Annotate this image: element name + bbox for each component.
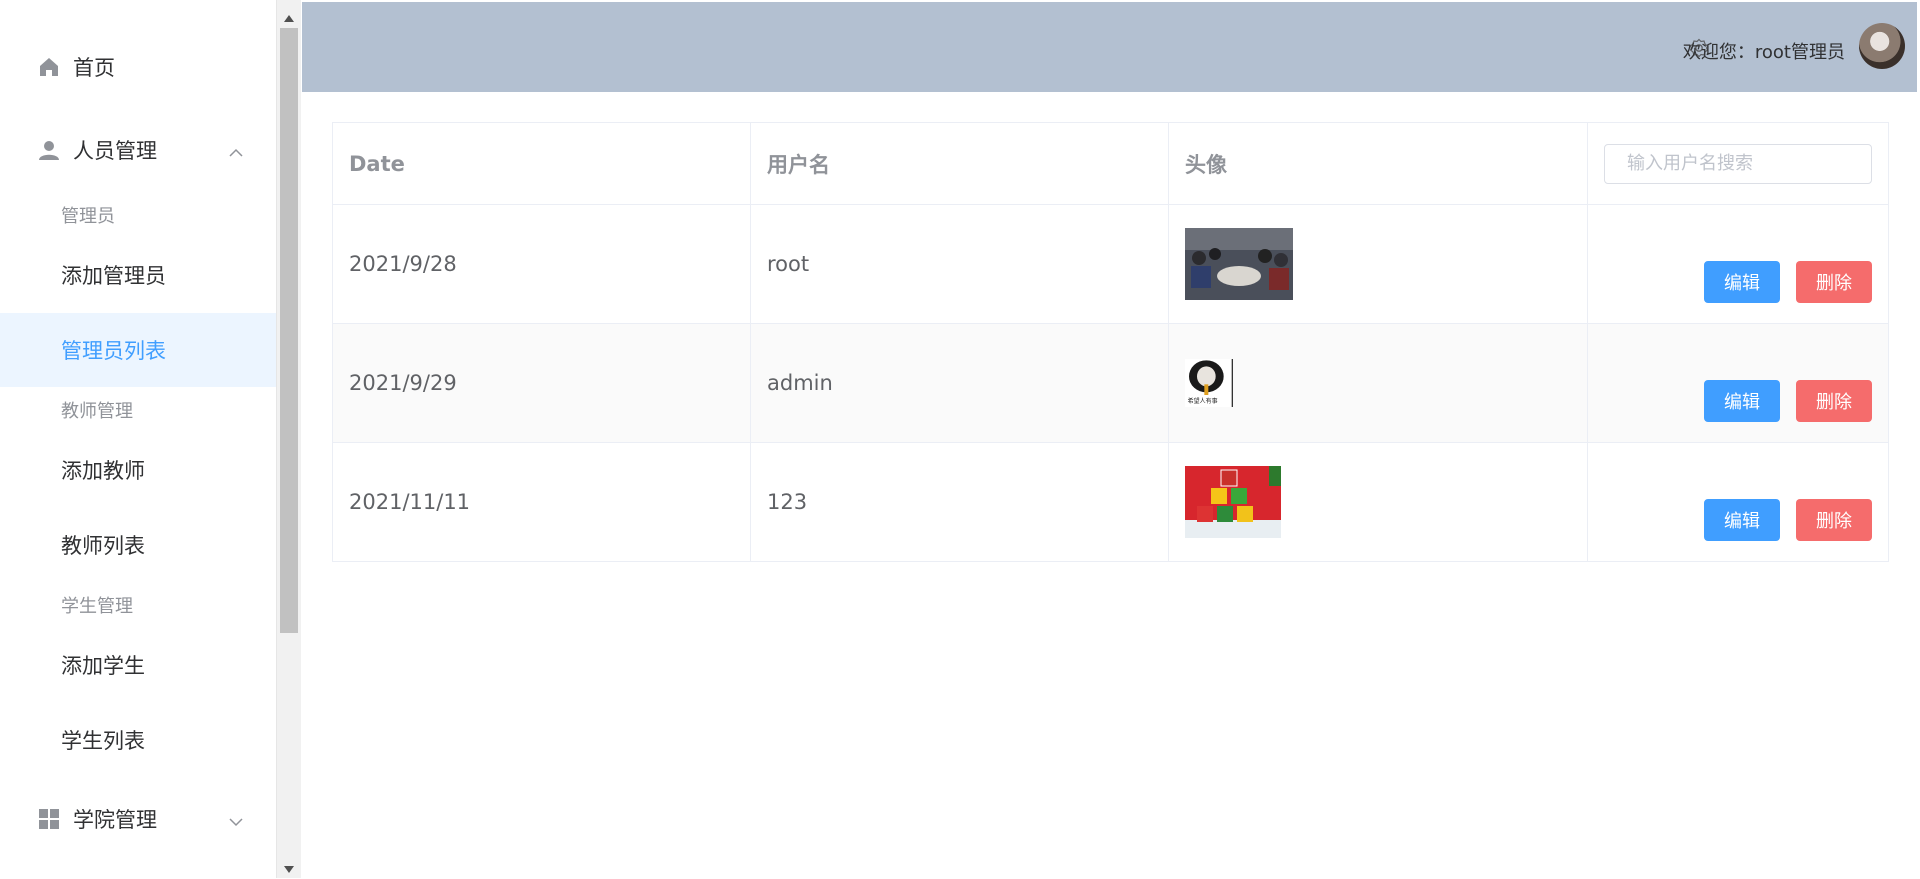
admin-table: Date 用户名 头像 2021/9/28 root 编辑 删除 2021/9/… (332, 122, 1889, 562)
search-input[interactable] (1604, 143, 1872, 184)
scroll-thumb[interactable] (280, 28, 298, 633)
table-row: 2021/9/28 root 编辑 删除 (333, 205, 1888, 324)
search-cell (1588, 123, 1888, 204)
cell-avatar: 希望人有事 (1169, 324, 1588, 442)
table-row: 2021/9/29 admin 希望人有事 编辑 删除 (333, 324, 1888, 443)
table-row: 2021/11/11 123 编辑 删除 (333, 443, 1888, 561)
cell-avatar (1169, 443, 1588, 561)
avatar-thumbnail-meme: 希望人有事 (1185, 359, 1233, 407)
chevron-down-icon (228, 811, 244, 827)
cell-date: 2021/11/11 (333, 443, 751, 561)
cell-actions: 编辑 删除 (1588, 324, 1888, 442)
sidebar-scrollbar[interactable] (276, 0, 301, 878)
group-title-teacher: 教师管理 (61, 401, 133, 422)
cell-username: 123 (751, 443, 1169, 561)
edit-button[interactable]: 编辑 (1704, 261, 1780, 303)
cell-avatar (1169, 205, 1588, 323)
cell-date: 2021/9/28 (333, 205, 751, 323)
group-title-student: 学生管理 (61, 596, 133, 617)
sidebar-item-add-student[interactable]: 添加学生 (0, 628, 276, 702)
column-header-username: 用户名 (751, 123, 1169, 204)
grid-icon (37, 807, 61, 831)
delete-button[interactable]: 删除 (1796, 499, 1872, 541)
sidebar-item-student-list[interactable]: 学生列表 (0, 703, 276, 777)
menu-label-college: 学院管理 (73, 808, 157, 832)
welcome-text: 欢迎您：root管理员 (1682, 42, 1845, 63)
user-icon (37, 138, 61, 162)
scroll-down-icon[interactable] (283, 860, 295, 873)
menu-item-people[interactable]: 人员管理 (0, 117, 276, 183)
chevron-up-icon (228, 142, 244, 158)
column-header-avatar: 头像 (1169, 123, 1588, 204)
menu-label-people: 人员管理 (73, 139, 157, 163)
avatar-thumbnail-group-photo (1185, 228, 1293, 300)
sidebar-item-teacher-list[interactable]: 教师列表 (0, 508, 276, 582)
menu-item-home[interactable]: 首页 (0, 34, 276, 100)
header: 欢迎您：root管理员 (302, 2, 1917, 92)
delete-button[interactable]: 删除 (1796, 261, 1872, 303)
edit-button[interactable]: 编辑 (1704, 499, 1780, 541)
cell-username: admin (751, 324, 1169, 442)
menu-item-college[interactable]: 学院管理 (0, 786, 276, 852)
avatar-thumbnail-toy-blocks (1185, 466, 1281, 538)
scroll-up-icon[interactable] (283, 8, 295, 22)
menu-label-home: 首页 (73, 56, 115, 80)
cell-actions: 编辑 删除 (1588, 443, 1888, 561)
sidebar: 首页 人员管理 管理员 添加管理员 管理员列表 教师管理 添加教师 教师列表 学… (0, 0, 277, 878)
cell-actions: 编辑 删除 (1588, 205, 1888, 323)
cell-date: 2021/9/29 (333, 324, 751, 442)
group-title-admin: 管理员 (61, 206, 115, 227)
meme-caption: 希望人有事 (1188, 397, 1218, 405)
cell-username: root (751, 205, 1169, 323)
home-icon (37, 55, 61, 79)
table-header: Date 用户名 头像 (333, 123, 1888, 205)
column-header-date: Date (333, 123, 751, 204)
sidebar-item-add-teacher[interactable]: 添加教师 (0, 433, 276, 507)
edit-button[interactable]: 编辑 (1704, 380, 1780, 422)
avatar[interactable] (1859, 23, 1905, 69)
delete-button[interactable]: 删除 (1796, 380, 1872, 422)
sidebar-item-add-admin[interactable]: 添加管理员 (0, 238, 276, 312)
sidebar-item-admin-list[interactable]: 管理员列表 (0, 313, 276, 387)
